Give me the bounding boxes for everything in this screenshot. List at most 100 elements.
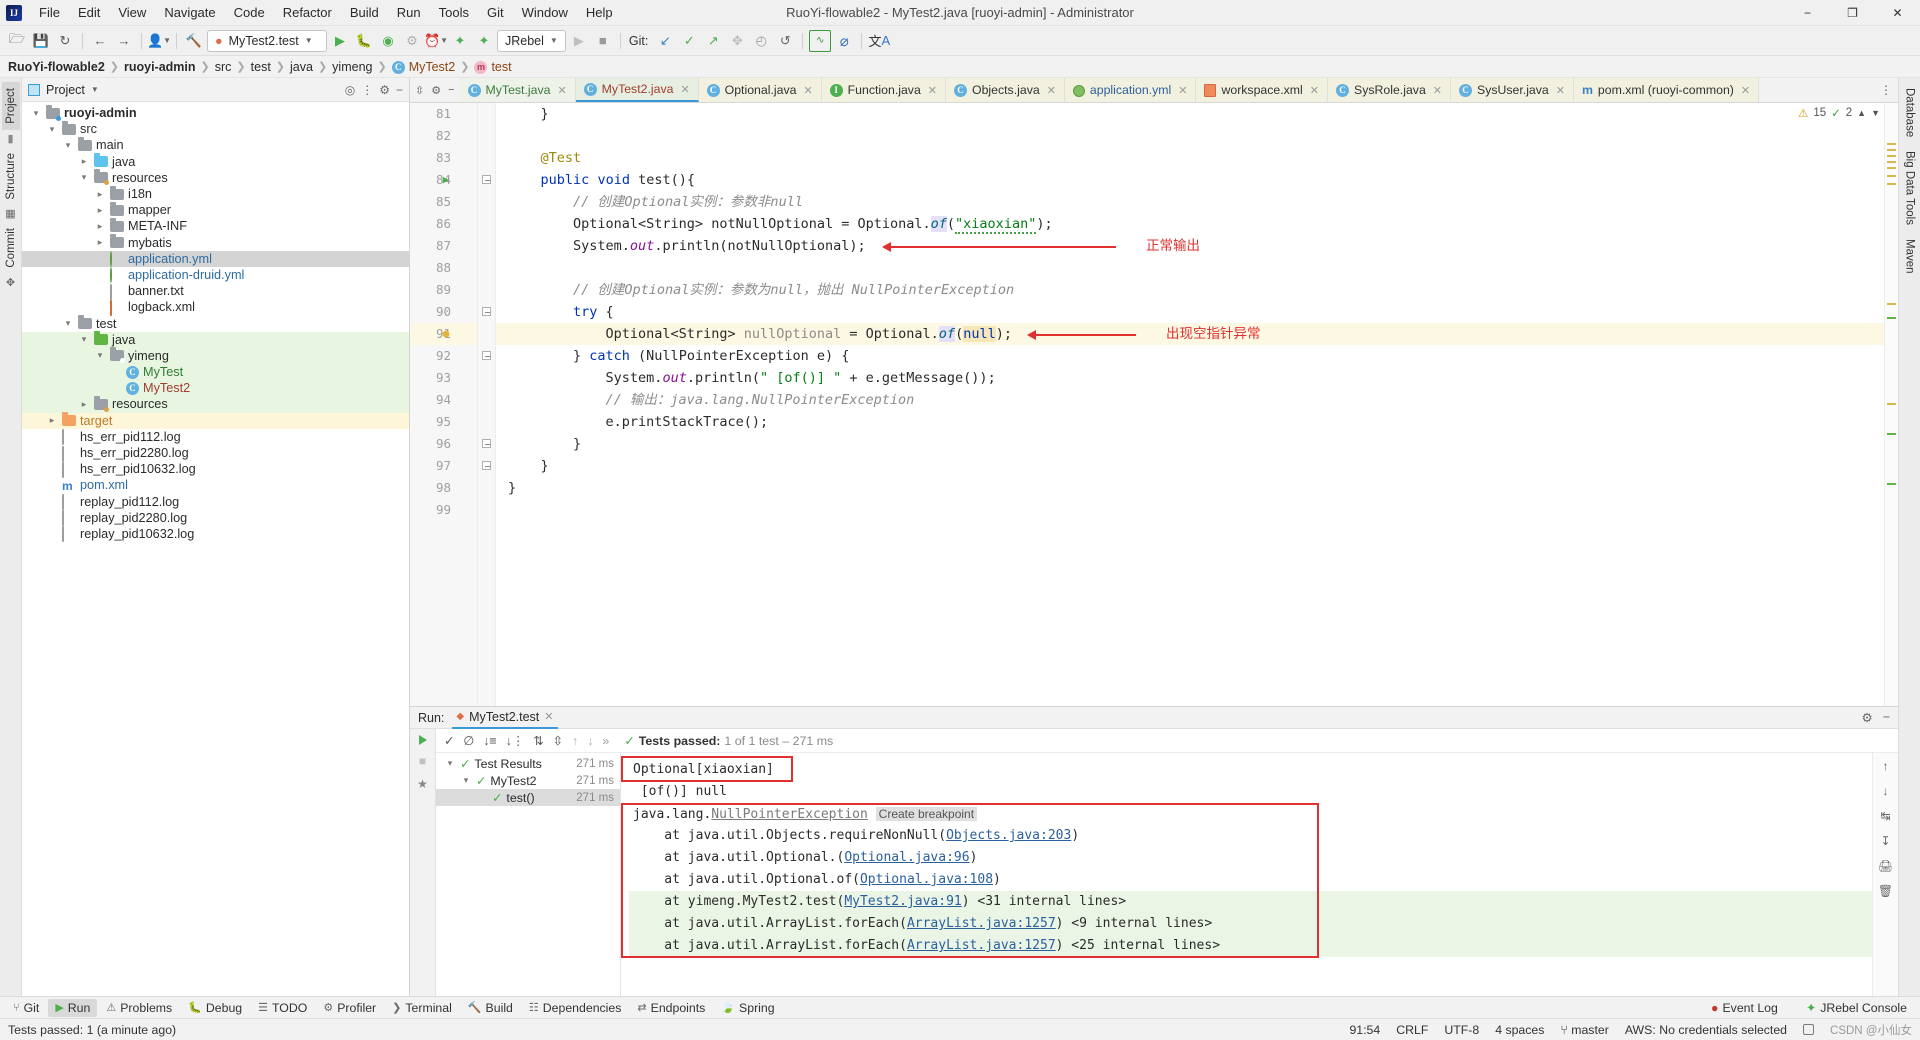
menu-file[interactable]: File: [30, 2, 69, 23]
stack-link[interactable]: Optional.java:108: [860, 872, 993, 887]
test-results-tree[interactable]: ▾✓Test Results271 ms▾✓MyTest2271 ms▸✓tes…: [436, 753, 621, 996]
tool-window-button-debug[interactable]: 🐛 Debug: [181, 999, 249, 1017]
tree-item[interactable]: ▾ java: [22, 331, 409, 348]
tree-item[interactable]: ▸ C MyTest2: [22, 380, 409, 397]
internal-lines[interactable]: <25 internal lines>: [1063, 938, 1220, 953]
tree-item[interactable]: ▸ m pom.xml: [22, 477, 409, 493]
code-line[interactable]: try {: [496, 301, 1884, 323]
tool-window-button-problems[interactable]: ⚠ Problems: [99, 999, 179, 1017]
tool-window-button-build[interactable]: 🔨 Build: [461, 999, 520, 1017]
code-line[interactable]: }: [496, 433, 1884, 455]
exception-link[interactable]: NullPointerException: [711, 807, 868, 822]
stack-link[interactable]: ArrayList.java:1257: [907, 938, 1056, 953]
code-line[interactable]: System.out.println(" [of()] " + e.getMes…: [496, 367, 1884, 389]
chevron-down-icon-tree[interactable]: ▾: [62, 318, 74, 329]
git-commit-icon[interactable]: ✓: [678, 30, 700, 52]
bookmark-icon-side[interactable]: ★: [417, 777, 428, 791]
chevron-down-icon-tree[interactable]: ▾: [460, 775, 472, 786]
chevron-right-icon-tree[interactable]: ▸: [94, 237, 106, 248]
editor-tab-overflow[interactable]: ⋮: [1874, 78, 1898, 102]
git-branch[interactable]: ⑂ master: [1560, 1023, 1608, 1037]
collapse-icon-editor[interactable]: ⇳: [415, 84, 424, 97]
tree-item[interactable]: ▸ hs_err_pid2280.log: [22, 445, 409, 462]
chevron-down-icon-tree[interactable]: ▾: [78, 172, 90, 183]
collapse-all-icon-run[interactable]: ⇳: [553, 733, 563, 748]
editor-tab[interactable]: I Function.java ✕: [821, 78, 947, 102]
sync-icon[interactable]: ↻: [54, 30, 76, 52]
chevron-down-icon-tree[interactable]: ▾: [78, 334, 90, 345]
git-update-icon[interactable]: ↙: [654, 30, 676, 52]
chart-icon[interactable]: ∿: [809, 29, 832, 52]
run-test-gutter-icon[interactable]: ▶: [439, 173, 453, 186]
close-icon-tab[interactable]: ✕: [557, 84, 566, 97]
sort-alpha-icon[interactable]: ↓≡: [483, 734, 496, 748]
editor-tab[interactable]: C MyTest.java ✕: [459, 78, 576, 102]
debug-icon[interactable]: 🐛: [353, 30, 375, 52]
stack-link[interactable]: ArrayList.java:1257: [907, 916, 1056, 931]
tree-item[interactable]: ▸ application.yml: [22, 250, 409, 268]
scroll-end-icon[interactable]: ↧: [1880, 834, 1890, 848]
code-line[interactable]: e.printStackTrace();: [496, 411, 1884, 433]
code-line[interactable]: } catch (NullPointerException e) {: [496, 345, 1884, 367]
collapse-all-icon[interactable]: ⋮: [361, 83, 373, 97]
tree-item[interactable]: ▸ replay_pid10632.log: [22, 526, 409, 543]
menu-navigate[interactable]: Navigate: [155, 2, 224, 23]
tree-item[interactable]: ▾ test: [22, 315, 409, 331]
profiler-icon[interactable]: ⚙: [401, 30, 423, 52]
close-icon-tab[interactable]: ✕: [803, 84, 812, 97]
chevron-down-icon-tree[interactable]: ▾: [94, 350, 106, 361]
breadcrumb-item-test[interactable]: test: [251, 60, 271, 74]
sidebar-item-bigdata[interactable]: Big Data Tools: [1901, 145, 1919, 231]
close-icon-tab[interactable]: ✕: [1310, 84, 1319, 97]
test-tree-item[interactable]: ▸ ✓test() 271 ms: [436, 789, 620, 806]
soft-wrap-icon[interactable]: ↹: [1880, 809, 1890, 823]
jrebel-run-icon[interactable]: ✦: [449, 30, 471, 52]
print-icon[interactable]: 🖨: [1878, 859, 1893, 873]
chevron-down-icon-tree[interactable]: ▾: [444, 758, 456, 769]
chevron-right-icon-tree[interactable]: ▸: [78, 399, 90, 410]
menu-git[interactable]: Git: [478, 2, 513, 23]
more-icon-run[interactable]: »: [602, 734, 609, 748]
jrebel-console-button[interactable]: ✦ JRebel Console: [1799, 999, 1914, 1017]
editor-tab[interactable]: C SysRole.java ✕: [1328, 78, 1451, 102]
editor-tab[interactable]: workspace.xml ✕: [1196, 78, 1329, 102]
chevron-right-icon-tree[interactable]: ▸: [78, 156, 90, 167]
sidebar-item-maven[interactable]: Maven: [1901, 233, 1919, 280]
tree-item[interactable]: ▸ application-druid.yml: [22, 267, 409, 284]
minimize-icon-editor[interactable]: −: [448, 84, 454, 96]
tree-item[interactable]: ▸ i18n: [22, 186, 409, 202]
sidebar-item-project[interactable]: Project: [1, 82, 20, 130]
tree-item[interactable]: ▸ logback.xml: [22, 299, 409, 316]
navigate-forward-icon[interactable]: →: [113, 30, 135, 52]
chevron-down-icon-tree[interactable]: ▾: [62, 140, 74, 151]
run-icon[interactable]: ▶: [329, 30, 351, 52]
aws-credentials[interactable]: AWS: No credentials selected: [1625, 1023, 1787, 1037]
menu-view[interactable]: View: [109, 2, 155, 23]
hammer-icon[interactable]: 🔨: [183, 30, 205, 52]
fold-toggle[interactable]: [482, 439, 491, 448]
trash-icon[interactable]: 🗑: [1878, 884, 1893, 898]
close-icon-tab[interactable]: ✕: [1556, 84, 1565, 97]
tree-item[interactable]: ▾ resources: [22, 170, 409, 186]
tree-item[interactable]: ▸ replay_pid112.log: [22, 494, 409, 511]
internal-lines[interactable]: <31 internal lines>: [970, 894, 1126, 909]
tree-item[interactable]: ▸ META-INF: [22, 218, 409, 234]
chevron-right-icon-tree[interactable]: ▸: [94, 189, 106, 200]
stack-link[interactable]: Optional.java:96: [844, 850, 969, 865]
tree-item[interactable]: ▸ hs_err_pid10632.log: [22, 461, 409, 478]
fold-toggle[interactable]: [482, 175, 491, 184]
code-line[interactable]: // 创建Optional实例：参数非null: [496, 191, 1884, 213]
line-separator[interactable]: CRLF: [1396, 1023, 1428, 1037]
fold-toggle[interactable]: [482, 351, 491, 360]
console-output[interactable]: Optional[xiaoxian] [of()] null java.lang.…: [621, 753, 1872, 996]
editor-tab[interactable]: C SysUser.java ✕: [1451, 78, 1574, 102]
breadcrumb-item-class[interactable]: C MyTest2: [391, 60, 455, 74]
menu-run[interactable]: Run: [388, 2, 430, 23]
expand-all-icon[interactable]: ⇅: [533, 733, 543, 748]
code-text[interactable]: } @Test public void test(){ // 创建Optiona…: [496, 103, 1884, 706]
create-breakpoint-chip[interactable]: Create breakpoint: [875, 807, 978, 821]
code-line[interactable]: public void test(){: [496, 169, 1884, 191]
maximize-button[interactable]: ❐: [1830, 0, 1875, 26]
inspection-status-widget[interactable]: ⚠ 15 ✓ 2 ▲ ▼: [1794, 105, 1884, 121]
close-icon-tab[interactable]: ✕: [1178, 84, 1187, 97]
